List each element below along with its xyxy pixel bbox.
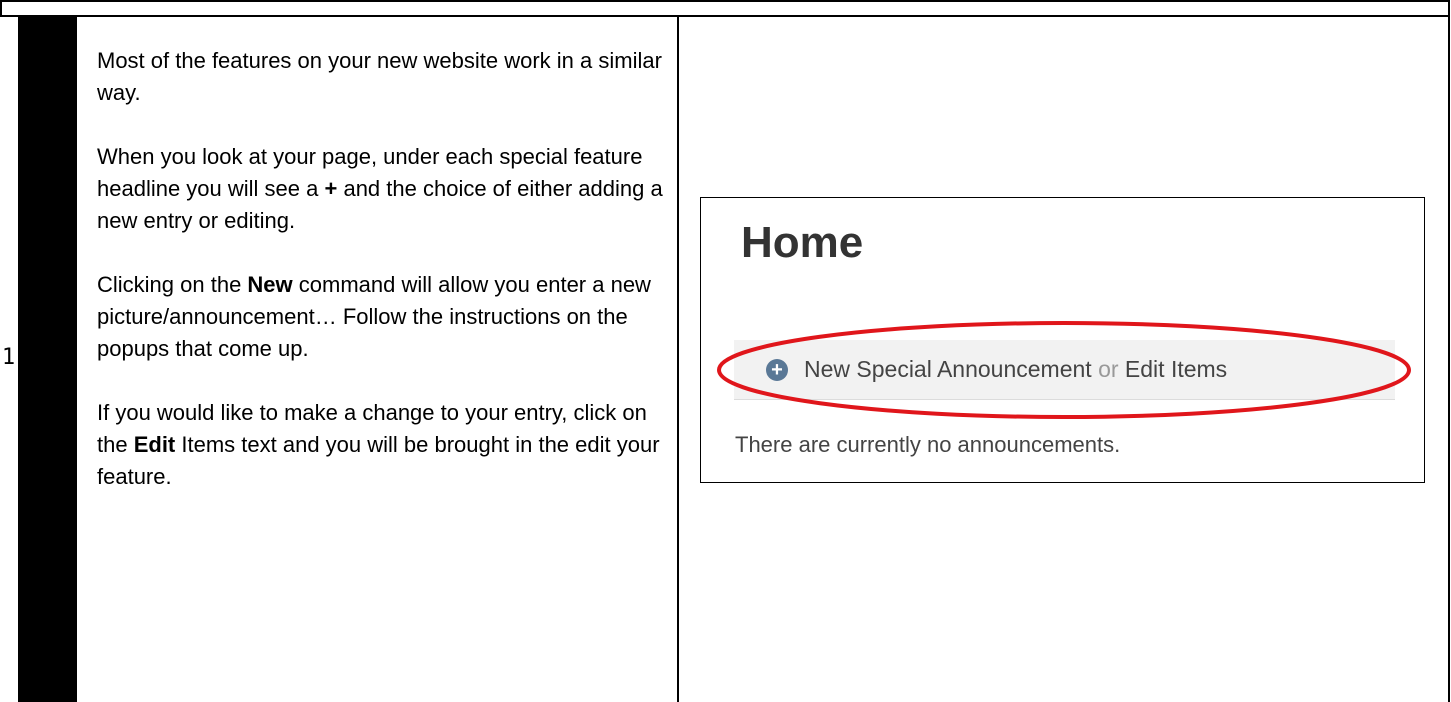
instruction-text: Clicking on the: [97, 272, 248, 297]
instructions-cell: Most of the features on your new website…: [97, 45, 672, 525]
or-separator: or: [1098, 356, 1119, 382]
column-divider: [677, 17, 679, 702]
instruction-paragraph-4: If you would like to make a change to yo…: [97, 397, 672, 493]
page-title: Home: [741, 218, 864, 267]
instruction-paragraph-2: When you look at your page, under each s…: [97, 141, 672, 237]
empty-message: There are currently no announcements.: [735, 432, 1121, 457]
edit-items-link[interactable]: Edit Items: [1125, 356, 1227, 382]
new-announcement-link[interactable]: New Special Announcement: [804, 356, 1092, 382]
embedded-screenshot: Home + New Special Announcement or Edit …: [700, 197, 1425, 483]
action-links: New Special Announcement or Edit Items: [804, 356, 1227, 383]
instruction-bold: New: [247, 272, 293, 297]
instruction-text: Items text and you will be brought in th…: [97, 432, 660, 489]
action-bar: + New Special Announcement or Edit Items: [734, 340, 1395, 400]
table-top-border: [0, 15, 1450, 17]
instruction-paragraph-3: Clicking on the New command will allow y…: [97, 269, 672, 365]
instruction-bold: +: [324, 176, 338, 201]
instruction-paragraph-1: Most of the features on your new website…: [97, 48, 662, 105]
instruction-bold: Edit: [133, 432, 176, 457]
plus-circle-icon[interactable]: +: [766, 359, 788, 381]
step-number: 1: [1, 345, 16, 370]
